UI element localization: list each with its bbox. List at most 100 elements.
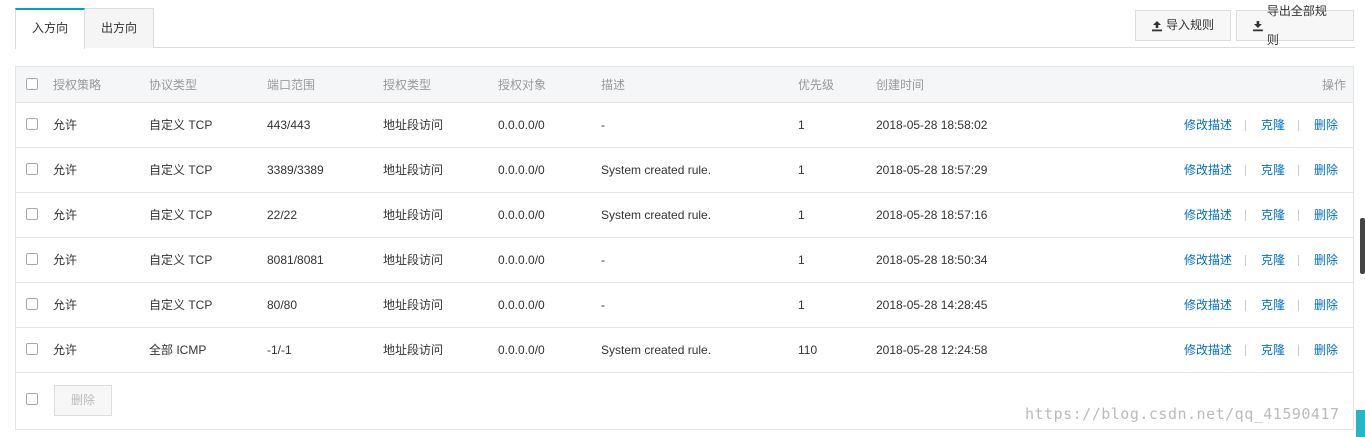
delete-link[interactable]: 删除 [1314, 103, 1338, 147]
cell-policy: 允许 [53, 298, 78, 312]
watermark-text: https://blog.csdn.net/qq_41590417 [1025, 405, 1340, 423]
cell-description: - [601, 298, 605, 312]
clone-link[interactable]: 克隆 [1261, 283, 1285, 327]
cell-description: System created rule. [601, 163, 712, 177]
row-checkbox[interactable] [26, 298, 38, 310]
cell-created: 2018-05-28 18:57:16 [876, 208, 988, 222]
cell-port: -1/-1 [267, 343, 292, 357]
action-divider [1298, 300, 1299, 311]
edit-description-link[interactable]: 修改描述 [1184, 103, 1232, 147]
cell-priority: 1 [798, 118, 805, 132]
row-checkbox[interactable] [26, 118, 38, 130]
header-policy: 授权策略 [53, 78, 102, 92]
header-port: 端口范围 [267, 78, 316, 92]
cell-policy: 允许 [53, 163, 78, 177]
import-rules-button[interactable]: 导入规则 [1135, 10, 1231, 41]
select-all-checkbox[interactable] [26, 78, 38, 90]
header-protocol: 协议类型 [149, 78, 198, 92]
edit-description-link[interactable]: 修改描述 [1184, 283, 1232, 327]
clone-link[interactable]: 克隆 [1261, 328, 1285, 372]
edit-description-link[interactable]: 修改描述 [1184, 328, 1232, 372]
rules-table: 授权策略 协议类型 端口范围 授权类型 授权对象 描述 优先级 创建时间 操作 … [15, 66, 1354, 430]
tab-outbound[interactable]: 出方向 [85, 8, 155, 48]
cell-created: 2018-05-28 18:50:34 [876, 253, 988, 267]
action-divider [1298, 255, 1299, 266]
edit-description-link[interactable]: 修改描述 [1184, 193, 1232, 237]
action-divider [1298, 165, 1299, 176]
row-checkbox[interactable] [26, 208, 38, 220]
header-auth-type: 授权类型 [383, 78, 432, 92]
security-group-rules-page: 入方向 出方向 导入规则 导出全部规则 授权策略 协议类型 端口范围 授权类型 … [0, 0, 1365, 437]
cell-policy: 允许 [53, 208, 78, 222]
header-auth-object: 授权对象 [498, 78, 547, 92]
header-priority: 优先级 [798, 78, 835, 92]
action-divider [1298, 120, 1299, 131]
clone-link[interactable]: 克隆 [1261, 103, 1285, 147]
footer-select-all-checkbox[interactable] [26, 393, 38, 405]
table-row: 允许 自定义 TCP 22/22 地址段访问 0.0.0.0/0 System … [16, 193, 1353, 238]
import-rules-label: 导入规则 [1166, 18, 1215, 32]
cell-policy: 允许 [53, 343, 78, 357]
cell-auth-type: 地址段访问 [383, 208, 444, 222]
cell-protocol: 自定义 TCP [149, 298, 213, 312]
cell-description: System created rule. [601, 343, 712, 357]
action-divider [1245, 165, 1246, 176]
cell-policy: 允许 [53, 118, 78, 132]
header-description: 描述 [601, 78, 626, 92]
download-icon [1252, 20, 1263, 31]
table-row: 允许 自定义 TCP 443/443 地址段访问 0.0.0.0/0 - 1 2… [16, 103, 1353, 148]
row-checkbox[interactable] [26, 253, 38, 265]
cell-description: - [601, 253, 605, 267]
clone-link[interactable]: 克隆 [1261, 148, 1285, 192]
cell-protocol: 自定义 TCP [149, 253, 213, 267]
cell-port: 8081/8081 [267, 253, 324, 267]
cell-auth-object: 0.0.0.0/0 [498, 343, 545, 357]
row-checkbox[interactable] [26, 343, 38, 355]
tab-inbound[interactable]: 入方向 [15, 8, 86, 49]
cell-auth-type: 地址段访问 [383, 253, 444, 267]
export-all-rules-button[interactable]: 导出全部规则 [1236, 4, 1354, 47]
cell-protocol: 全部 ICMP [149, 343, 207, 357]
scrollbar-thumb[interactable] [1360, 218, 1365, 274]
edit-description-link[interactable]: 修改描述 [1184, 148, 1232, 192]
delete-link[interactable]: 删除 [1314, 193, 1338, 237]
delete-link[interactable]: 删除 [1314, 148, 1338, 192]
upload-icon [1152, 20, 1162, 31]
cell-policy: 允许 [53, 253, 78, 267]
export-all-rules-label: 导出全部规则 [1266, 3, 1327, 47]
cell-port: 443/443 [267, 118, 311, 132]
table-row: 允许 自定义 TCP 8081/8081 地址段访问 0.0.0.0/0 - 1… [16, 238, 1353, 283]
cell-auth-type: 地址段访问 [383, 343, 444, 357]
delete-link[interactable]: 删除 [1314, 238, 1338, 282]
batch-delete-button[interactable]: 删除 [54, 385, 112, 416]
cell-port: 3389/3389 [267, 163, 324, 177]
cell-created: 2018-05-28 18:57:29 [876, 163, 988, 177]
cell-created: 2018-05-28 12:24:58 [876, 343, 988, 357]
delete-link[interactable]: 删除 [1314, 283, 1338, 327]
cell-auth-object: 0.0.0.0/0 [498, 118, 545, 132]
action-divider [1298, 345, 1299, 356]
cell-priority: 1 [798, 208, 805, 222]
cell-protocol: 自定义 TCP [149, 208, 213, 222]
cell-created: 2018-05-28 18:58:02 [876, 118, 988, 132]
table-row: 允许 自定义 TCP 3389/3389 地址段访问 0.0.0.0/0 Sys… [16, 148, 1353, 193]
cell-description: - [601, 118, 605, 132]
clone-link[interactable]: 克隆 [1261, 238, 1285, 282]
cell-protocol: 自定义 TCP [149, 118, 213, 132]
table-header: 授权策略 协议类型 端口范围 授权类型 授权对象 描述 优先级 创建时间 操作 [16, 67, 1353, 103]
action-divider [1298, 210, 1299, 221]
clone-link[interactable]: 克隆 [1261, 193, 1285, 237]
cell-port: 80/80 [267, 298, 298, 312]
row-checkbox[interactable] [26, 163, 38, 175]
cell-priority: 110 [798, 343, 818, 357]
delete-link[interactable]: 删除 [1314, 328, 1338, 372]
table-row: 允许 全部 ICMP -1/-1 地址段访问 0.0.0.0/0 System … [16, 328, 1353, 373]
cell-description: System created rule. [601, 208, 712, 222]
table-row: 允许 自定义 TCP 80/80 地址段访问 0.0.0.0/0 - 1 201… [16, 283, 1353, 328]
edit-description-link[interactable]: 修改描述 [1184, 238, 1232, 282]
cell-protocol: 自定义 TCP [149, 163, 213, 177]
cell-auth-type: 地址段访问 [383, 163, 444, 177]
cell-auth-type: 地址段访问 [383, 118, 444, 132]
cell-auth-object: 0.0.0.0/0 [498, 298, 545, 312]
header-actions: 操作 [1322, 78, 1347, 92]
